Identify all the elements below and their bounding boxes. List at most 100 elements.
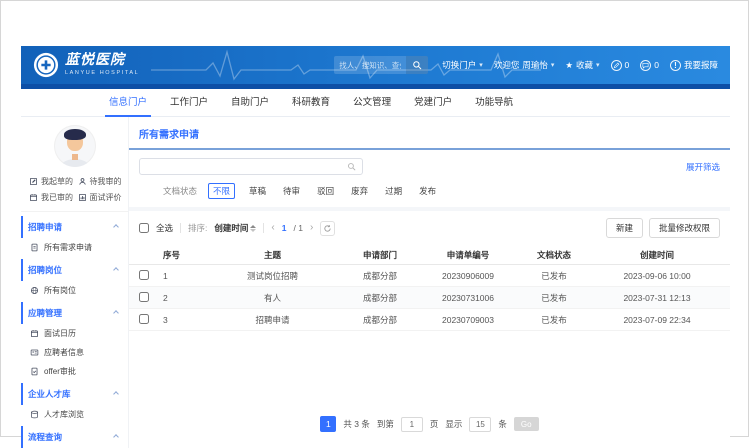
filter-chip-draft[interactable]: 草稿 [246,184,269,198]
hospital-name: 蓝悦医院 [65,54,139,68]
global-search-input[interactable] [334,61,406,70]
row-department: 成都分部 [338,292,422,304]
page-body: 我起草的 待我审的 我已审的 面试评价 招聘申请 [21,117,730,448]
filter-chip-rejected[interactable]: 驳回 [314,184,337,198]
go-button[interactable]: Go [514,417,539,431]
row-subject[interactable]: 测试岗位招聘 [207,270,338,282]
prev-page-arrow[interactable]: ‹ [271,223,274,233]
batch-modify-permissions-button[interactable]: 批量修改权限 [649,218,720,238]
section-application-management[interactable]: 应聘管理 [21,302,128,324]
table-row[interactable]: 3 招聘申请 成都分部 20230709003 已发布 2023-07-09 2… [129,309,730,331]
filter-chip-expired[interactable]: 过期 [382,184,405,198]
section-recruitment-application[interactable]: 招聘申请 [21,216,128,238]
menu-item-interview-calendar[interactable]: 面试日历 [21,324,128,343]
menu-item-talent-pool-browse[interactable]: 人才库浏览 [21,405,128,424]
check-doc-icon [30,367,39,376]
goto-page-input[interactable] [401,417,423,432]
row-status: 已发布 [514,270,594,282]
menu-item-applicant-info[interactable]: 应聘者信息 [21,343,128,362]
tab-selfservice-portal[interactable]: 自助门户 [229,89,271,117]
tab-document-management[interactable]: 公文管理 [351,89,393,117]
row-checkbox[interactable] [139,292,149,302]
chevron-up-icon [113,267,119,273]
page-size-input[interactable] [469,417,491,432]
todo-count: 0 [625,60,630,70]
main-content: 所有需求申请 展开筛选 文档状态 不限 草稿 待审 驳回 废弃 过期 发布 [129,117,730,448]
sort-field[interactable]: 创建时间 [214,222,256,234]
menu-item-offer-approval[interactable]: offer审批 [21,362,128,381]
section-enterprise-talent-pool[interactable]: 企业人才库 [21,383,128,405]
edit-doc-icon [29,177,38,186]
sort-label: 排序: [188,222,207,234]
caret-down-icon: ▾ [479,61,483,69]
menu-item-all-demand-applications[interactable]: 所有需求申请 [21,238,128,257]
table-row[interactable]: 1 测试岗位招聘 成都分部 20230906009 已发布 2023-09-06… [129,265,730,287]
toolbar-current-page: 1 [282,223,287,233]
sidebar-menu: 招聘申请 所有需求申请 招聘岗位 所有岗位 应聘管理 [21,212,128,448]
filter-chip-pending[interactable]: 待审 [280,184,303,198]
welcome-user-menu[interactable]: 欢迎您 周瑜怡 ▾ [494,59,555,71]
refresh-button[interactable] [320,221,335,236]
switch-portal-link[interactable]: 切换门户 ▾ [442,59,483,71]
section-process-query[interactable]: 流程查询 [21,426,128,448]
message-badge[interactable]: 0 [640,60,659,71]
pagination: 1 共 3 条 到第 页 显示 条 Go [129,406,730,448]
avatar[interactable] [54,125,96,167]
row-seq: 2 [163,293,207,303]
row-checkbox[interactable] [139,270,149,280]
doc-status-filter: 文档状态 不限 草稿 待审 驳回 废弃 过期 发布 [129,181,730,207]
quick-links: 我起草的 待我审的 我已审的 面试评价 [21,174,128,212]
row-department: 成都分部 [338,270,422,282]
quick-link-pending-my-review[interactable]: 待我审的 [78,176,125,187]
username: 周瑜怡 [522,59,548,71]
tab-function-navigation[interactable]: 功能导航 [473,89,515,117]
list-search-input[interactable] [146,162,347,172]
globe-icon [30,286,39,295]
filter-chip-unlimited[interactable]: 不限 [208,183,235,199]
select-all-checkbox[interactable] [139,223,149,233]
filter-chip-published[interactable]: 发布 [416,184,439,198]
next-page-arrow[interactable]: › [310,223,313,233]
table-row[interactable]: 2 有人 成都分部 20230731006 已发布 2023-07-31 12:… [129,287,730,309]
row-checkbox[interactable] [139,314,149,324]
tab-info-portal[interactable]: 信息门户 [107,89,149,117]
tab-research-education[interactable]: 科研教育 [290,89,332,117]
chevron-up-icon [113,224,119,230]
calendar-icon [30,329,39,338]
row-subject[interactable]: 有人 [207,292,338,304]
chevron-up-icon [113,310,119,316]
list-search-box [139,158,363,175]
evaluation-chart-icon [78,193,87,202]
tab-work-portal[interactable]: 工作门户 [168,89,210,117]
show-label: 显示 [445,418,462,430]
row-form-number: 20230731006 [422,293,514,303]
favorites-link[interactable]: ★ 收藏 ▾ [565,59,599,71]
filter-chip-discarded[interactable]: 废弃 [348,184,371,198]
quick-link-interview-evaluation[interactable]: 面试评价 [78,192,125,203]
row-seq: 3 [163,315,207,325]
col-created-time: 创建时间 [594,249,720,261]
row-created: 2023-09-06 10:00 [594,271,720,281]
caret-down-icon: ▾ [596,61,600,69]
col-seq: 序号 [163,249,207,261]
global-search-button[interactable] [406,56,428,74]
row-subject[interactable]: 招聘申请 [207,314,338,326]
quick-link-reviewed-by-me[interactable]: 我已审的 [29,192,76,203]
new-button[interactable]: 新建 [606,218,643,238]
col-form-number: 申请单编号 [422,249,514,261]
page-1-button[interactable]: 1 [320,416,336,432]
todo-badge[interactable]: 0 [611,60,630,71]
col-doc-status: 文档状态 [514,249,594,261]
chevron-up-icon [113,434,119,440]
page-title: 所有需求申请 [139,130,199,141]
menu-item-all-positions[interactable]: 所有岗位 [21,281,128,300]
chevron-up-icon [113,391,119,397]
report-fault-link[interactable]: ! 我要报障 [670,59,718,71]
expand-filter-link[interactable]: 展开筛选 [686,161,720,173]
row-form-number: 20230709003 [422,315,514,325]
person-icon [78,177,87,186]
tab-party-portal[interactable]: 党建门户 [412,89,454,117]
quick-link-my-drafts[interactable]: 我起草的 [29,176,76,187]
search-icon[interactable] [347,162,356,171]
section-recruitment-positions[interactable]: 招聘岗位 [21,259,128,281]
